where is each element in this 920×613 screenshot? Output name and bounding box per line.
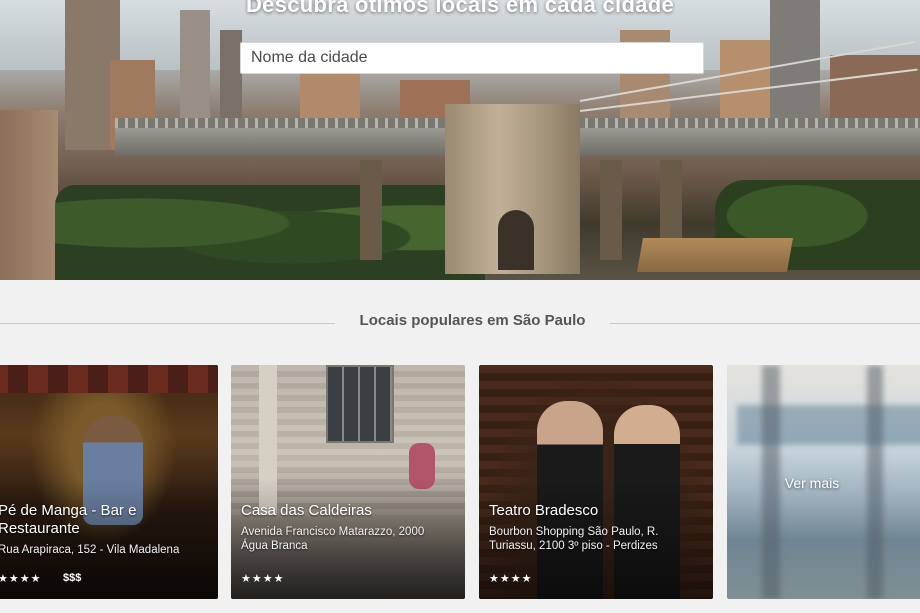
- place-address: Rua Arapiraca, 152 - Vila Madalena: [0, 544, 180, 556]
- section-title: Locais populares em São Paulo: [359, 312, 586, 329]
- left-building: [0, 110, 58, 280]
- place-name: Teatro Bradesco: [489, 502, 599, 519]
- place-name: Casa das Caldeiras: [241, 502, 372, 519]
- price-level: $$$: [63, 572, 82, 584]
- see-more-card[interactable]: Ver mais: [727, 365, 920, 599]
- place-card-pe-de-manga[interactable]: Pé de Manga - Bar e Restaurante Rua Arap…: [0, 365, 218, 599]
- divider-left: [0, 323, 335, 324]
- see-more-link[interactable]: Ver mais: [727, 475, 897, 491]
- bridge-arch: [498, 210, 534, 270]
- place-address: Bourbon Shopping São Paulo, R. Turiassu,…: [489, 526, 659, 552]
- divider-right: [610, 323, 920, 324]
- place-address: Avenida Francisco Matarazzo, 2000 Água B…: [241, 526, 425, 552]
- place-name: Pé de Manga - Bar e Restaurante: [0, 502, 137, 537]
- card-photo-window: [326, 365, 394, 443]
- bridge-pier: [360, 160, 382, 260]
- rating-stars: ★★★★: [241, 573, 285, 585]
- pavilion-roof: [637, 238, 793, 272]
- bridge-pier: [600, 160, 622, 260]
- place-card-casa-das-caldeiras[interactable]: Casa das Caldeiras Avenida Francisco Mat…: [231, 365, 465, 599]
- trees-left: [55, 185, 485, 280]
- hero-title: Descubra ótimos locais em cada cidade: [245, 0, 675, 17]
- card-photo-awning: [0, 365, 218, 393]
- city-search-input[interactable]: [240, 42, 704, 74]
- place-card-teatro-bradesco[interactable]: Teatro Bradesco Bourbon Shopping São Pau…: [479, 365, 713, 599]
- rating-stars: ★★★★: [0, 573, 42, 585]
- section-header: Locais populares em São Paulo: [0, 312, 920, 334]
- hero-banner: Descubra ótimos locais em cada cidade: [0, 0, 920, 280]
- rating-stars: ★★★★: [489, 573, 533, 585]
